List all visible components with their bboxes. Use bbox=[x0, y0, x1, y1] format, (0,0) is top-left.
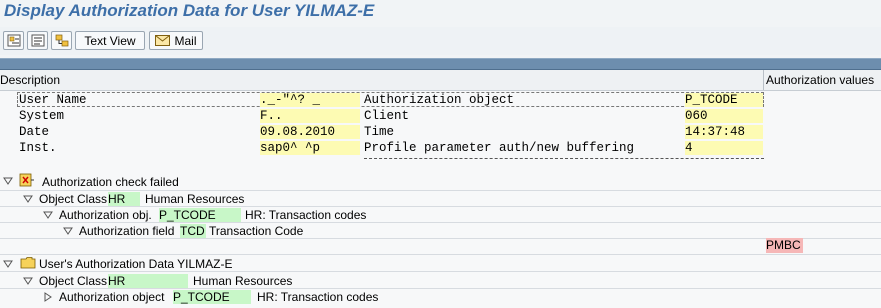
block-divider bbox=[364, 158, 764, 159]
collapse-triangle-icon[interactable] bbox=[43, 210, 53, 220]
user-name-label: User Name bbox=[19, 93, 87, 107]
envelope-icon bbox=[155, 35, 171, 46]
collapse-triangle-icon[interactable] bbox=[3, 176, 13, 186]
collapse-triangle-icon[interactable] bbox=[23, 194, 33, 204]
expand-triangle-icon[interactable] bbox=[43, 292, 53, 302]
user-auth-data-node[interactable]: User's Authorization Data YILMAZ-E bbox=[39, 257, 232, 271]
auth-field-code[interactable]: TCD bbox=[180, 224, 206, 238]
date-value: 09.08.2010 bbox=[260, 125, 360, 139]
auth-obj-text: HR: Transaction codes bbox=[245, 208, 367, 222]
mail-button[interactable]: Mail bbox=[149, 31, 203, 50]
folder-icon bbox=[20, 256, 36, 272]
time-value: 14:37:48 bbox=[685, 125, 763, 139]
hierarchy-icon bbox=[55, 34, 69, 47]
object-class-label: Object Class bbox=[39, 192, 108, 206]
text-view-button[interactable]: Text View bbox=[75, 31, 145, 50]
auth-object-code[interactable]: P_TCODE bbox=[173, 290, 251, 304]
date-label: Date bbox=[19, 125, 50, 139]
user-name-value: ._-"^? _ bbox=[260, 93, 360, 107]
application-toolbar: Text View Mail bbox=[0, 27, 881, 55]
collapse-triangle-icon[interactable] bbox=[3, 259, 13, 269]
mail-label: Mail bbox=[174, 33, 197, 48]
expand-all-icon bbox=[7, 34, 21, 47]
object-class-label: Object Class bbox=[39, 274, 108, 288]
object-class-text: Human Resources bbox=[145, 192, 245, 206]
system-label: System bbox=[19, 109, 65, 123]
column-header-description: Description bbox=[0, 73, 61, 87]
auth-obj-code[interactable]: P_TCODE bbox=[159, 208, 241, 222]
column-divider[interactable] bbox=[763, 70, 764, 90]
auth-field-text: Transaction Code bbox=[209, 224, 304, 238]
auth-object-label: Authorization object bbox=[364, 93, 515, 107]
hierarchy-button[interactable] bbox=[51, 31, 72, 50]
page-title: Display Authorization Data for User YILM… bbox=[4, 1, 375, 20]
failed-value[interactable]: PMBC bbox=[766, 238, 803, 253]
time-label: Time bbox=[364, 125, 395, 139]
collapse-all-icon bbox=[31, 34, 45, 47]
auth-object-value: P_TCODE bbox=[685, 93, 763, 107]
client-value: 060 bbox=[685, 109, 763, 123]
expand-all-button[interactable] bbox=[3, 31, 24, 50]
auth-object-text: HR: Transaction codes bbox=[257, 290, 379, 304]
system-value: F.. bbox=[260, 109, 360, 123]
text-view-label: Text View bbox=[84, 33, 136, 48]
inst-label: Inst. bbox=[19, 141, 57, 155]
column-header-auth-values: Authorization values bbox=[766, 73, 875, 87]
profile-param-value: 4 bbox=[685, 141, 763, 155]
object-class-code[interactable]: HR bbox=[108, 274, 188, 288]
inst-value: sap0^ ^p bbox=[260, 141, 360, 155]
client-label: Client bbox=[364, 109, 410, 123]
object-class-code[interactable]: HR bbox=[108, 192, 140, 206]
auth-field-label: Authorization field bbox=[79, 224, 175, 238]
auth-obj-label: Authorization obj. bbox=[59, 208, 152, 222]
collapse-triangle-icon[interactable] bbox=[63, 226, 73, 236]
collapse-all-button[interactable] bbox=[27, 31, 48, 50]
auth-object-label: Authorization object bbox=[59, 290, 165, 304]
column-header bbox=[0, 70, 881, 91]
separator-bar bbox=[0, 58, 881, 70]
object-class-text: Human Resources bbox=[193, 274, 293, 288]
collapse-triangle-icon[interactable] bbox=[23, 276, 33, 286]
failed-check-icon bbox=[19, 173, 35, 190]
profile-param-label: Profile parameter auth/new buffering bbox=[364, 141, 635, 155]
check-failed-node[interactable]: Authorization check failed bbox=[42, 175, 179, 189]
